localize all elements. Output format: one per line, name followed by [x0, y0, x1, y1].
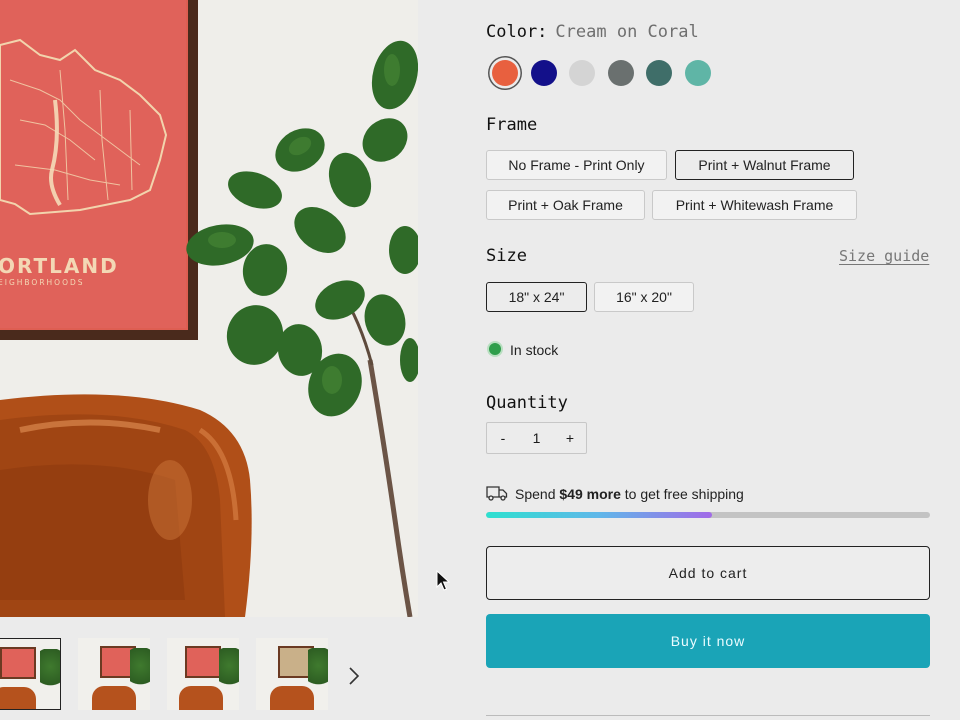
- quantity-label: Quantity: [486, 393, 568, 413]
- shipping-suffix: to get free shipping: [620, 486, 744, 502]
- thumbnail-4[interactable]: [256, 638, 328, 710]
- frame-label: Frame: [486, 115, 538, 135]
- frame-option-oak[interactable]: Print + Oak Frame: [486, 190, 645, 220]
- thumbnail-3[interactable]: [167, 638, 239, 710]
- color-swatch-1[interactable]: [492, 60, 518, 86]
- thumbnail-2[interactable]: [78, 638, 150, 710]
- divider: [486, 715, 930, 716]
- stock-status: In stock: [510, 342, 559, 358]
- free-shipping-progress-bar: [486, 512, 930, 518]
- size-label: Size: [486, 246, 527, 266]
- chevron-right-icon[interactable]: [343, 664, 365, 688]
- free-shipping-progress-fill: [486, 512, 713, 518]
- poster-title: ORTLAND: [0, 254, 119, 278]
- thumbnail-1[interactable]: [0, 638, 61, 710]
- frame-option-whitewash[interactable]: Print + Whitewash Frame: [652, 190, 857, 220]
- color-label: Color: Cream on Coral: [486, 22, 699, 42]
- frame-option-no-frame[interactable]: No Frame - Print Only: [486, 150, 667, 180]
- frame-option-walnut[interactable]: Print + Walnut Frame: [675, 150, 854, 180]
- free-shipping-message: Spend $49 more to get free shipping: [515, 486, 744, 502]
- color-label-text: Color:: [486, 22, 548, 42]
- poster-subtitle: EIGHBORHOODS: [0, 278, 85, 287]
- color-swatch-6[interactable]: [684, 60, 711, 86]
- size-option-16x20[interactable]: 16" x 20": [594, 282, 694, 312]
- add-to-cart-button[interactable]: Add to cart: [486, 546, 930, 600]
- color-swatch-2[interactable]: [530, 60, 557, 86]
- size-option-18x24[interactable]: 18" x 24": [486, 282, 587, 312]
- product-photo: [0, 0, 418, 617]
- color-swatch-4[interactable]: [607, 60, 634, 86]
- mouse-cursor-icon: [436, 569, 451, 597]
- quantity-increase-button[interactable]: +: [554, 423, 586, 453]
- size-guide-link[interactable]: Size guide: [839, 247, 929, 265]
- buy-it-now-button[interactable]: Buy it now: [486, 614, 930, 668]
- quantity-stepper: - 1 +: [486, 422, 587, 454]
- shipping-amount: $49 more: [559, 486, 621, 502]
- color-swatch-3[interactable]: [569, 60, 595, 86]
- color-selected-value: Cream on Coral: [555, 22, 699, 42]
- shipping-prefix: Spend: [515, 486, 560, 502]
- color-swatch-5[interactable]: [646, 60, 672, 86]
- truck-icon: [486, 485, 508, 506]
- quantity-decrease-button[interactable]: -: [487, 423, 519, 453]
- quantity-input[interactable]: 1: [519, 423, 554, 453]
- product-main-image[interactable]: ORTLAND EIGHBORHOODS: [0, 0, 418, 617]
- status-dot-icon: [489, 343, 501, 355]
